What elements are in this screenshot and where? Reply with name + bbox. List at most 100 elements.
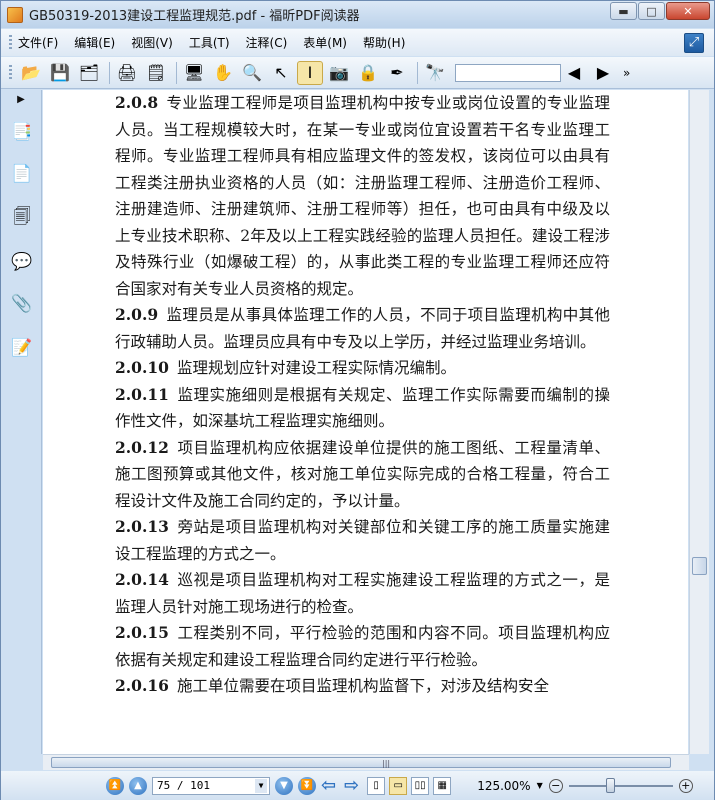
vertical-scroll-thumb[interactable] <box>692 557 707 575</box>
facing-view-icon[interactable]: ▯▯ <box>411 776 430 795</box>
clause-text: 监理规划应针对建设工程实际情况编制。 <box>176 359 456 377</box>
zoom-slider-thumb[interactable] <box>606 777 616 793</box>
clause-number: 2.0.14 <box>115 570 169 589</box>
clause-text: 旁站是项目监理机构对关键部位和关键工序的施工质量实施建设工程监理的方式之一。 <box>115 518 610 563</box>
toolbar-separator <box>176 61 177 84</box>
properties-icon[interactable]: 🗒 <box>143 61 169 85</box>
signatures-icon[interactable]: 📝 <box>10 336 34 360</box>
status-bar: ⏫ ▲ 75 / 101 ▼ ▼ ⏬ ⇦ ⇨ ▯ ▭ ▯▯ ▦ 125.00% … <box>1 771 714 800</box>
hand-tool-icon[interactable]: ✋ <box>210 61 236 85</box>
paragraph: 2.0.12 项目监理机构应依据建设单位提供的施工图纸、工程量清单、施工图预算或其… <box>115 435 610 515</box>
paragraph-list: 2.0.8 专业监理工程师是项目监理机构中按专业或岗位设置的专业监理人员。当工程规… <box>115 90 610 700</box>
rms-lock-icon[interactable]: 🔒 <box>355 61 381 85</box>
menubar-grip <box>9 34 12 51</box>
binoculars-icon[interactable]: 🔭 <box>422 61 448 85</box>
last-page-icon[interactable]: ⏬ <box>298 776 316 795</box>
fullscreen-icon[interactable]: ⤢ <box>684 33 704 53</box>
clause-text: 项目监理机构应依据建设单位提供的施工图纸、工程量清单、施工图预算或其他文件，核对… <box>115 438 610 510</box>
paragraph: 2.0.10 监理规划应针对建设工程实际情况编制。 <box>115 355 610 382</box>
zoom-slider[interactable] <box>568 777 673 793</box>
document-view[interactable]: 2.0.8 专业监理工程师是项目监理机构中按专业或岗位设置的专业监理人员。当工程规… <box>43 90 688 754</box>
previous-page-icon[interactable]: ▲ <box>129 776 147 795</box>
print-icon[interactable]: 🖨 <box>114 61 140 85</box>
clause-text: 工程类别不同，平行检验的范围和内容不同。项目监理机构应依据有关规定和建设工程监理… <box>115 624 610 669</box>
snapshot-camera-icon[interactable]: 📷 <box>326 61 352 85</box>
window-controls: ▬ □ ✕ <box>609 2 710 20</box>
menu-file[interactable]: 文件(F) <box>18 34 58 51</box>
open-folder-icon[interactable]: 📂 <box>18 61 44 85</box>
paragraph: 2.0.11 监理实施细则是根据有关规定、监理工作实际需要而编制的操作性文件，如深… <box>115 382 610 435</box>
clause-number: 2.0.16 <box>115 676 169 695</box>
expand-panel-icon[interactable]: ▶ <box>13 94 29 108</box>
zoom-in-icon[interactable]: + <box>678 778 693 793</box>
next-page-icon[interactable]: ▼ <box>275 776 293 795</box>
monitor-icon[interactable]: 🖥 <box>181 61 207 85</box>
maximize-button[interactable]: □ <box>638 2 665 20</box>
clause-number: 2.0.15 <box>115 623 169 642</box>
text-select-icon[interactable]: Ⅰ <box>297 60 323 85</box>
navigation-sidebar: ▶ 📑 📄 🗐 💬 📎 📝 <box>1 90 42 754</box>
layers-icon[interactable]: 🗐 <box>10 206 34 230</box>
horizontal-scroll-thumb[interactable]: ||| <box>51 757 671 768</box>
app-window: GB50319-2013建设工程监理规范.pdf - 福昕PDF阅读器 ▬ □ … <box>0 0 715 800</box>
find-next-icon[interactable]: ▶ <box>590 61 616 85</box>
back-arrow-icon[interactable]: ⇦ <box>321 775 336 796</box>
menu-bar: 文件(F) 编辑(E) 视图(V) 工具(T) 注释(C) 表单(M) 帮助(H… <box>1 29 714 56</box>
foxit-logo-icon <box>7 6 23 23</box>
first-page-icon[interactable]: ⏫ <box>106 776 124 795</box>
sign-pen-icon[interactable]: ✒ <box>384 61 410 85</box>
find-previous-icon[interactable]: ◀ <box>561 61 587 85</box>
menu-form[interactable]: 表单(M) <box>303 34 347 51</box>
paragraph: 2.0.9 监理员是从事具体监理工作的人员，不同于项目监理机构中其他行政辅助人员。… <box>115 302 610 355</box>
minimize-button[interactable]: ▬ <box>610 2 637 20</box>
zoom-level[interactable]: 125.00% <box>477 779 530 793</box>
continuous-facing-view-icon[interactable]: ▦ <box>433 776 452 795</box>
paragraph: 2.0.8 专业监理工程师是项目监理机构中按专业或岗位设置的专业监理人员。当工程规… <box>115 90 610 302</box>
horizontal-scrollbar[interactable]: ||| <box>43 754 689 770</box>
menu-comment[interactable]: 注释(C) <box>246 34 288 51</box>
comments-icon[interactable]: 💬 <box>10 250 34 274</box>
zoom-dropdown-icon[interactable]: ▼ <box>537 781 543 790</box>
menu-edit[interactable]: 编辑(E) <box>74 34 115 51</box>
clause-number: 2.0.9 <box>115 305 159 324</box>
toolbar-separator <box>417 61 418 84</box>
clause-text: 监理员是从事具体监理工作的人员，不同于项目监理机构中其他行政辅助人员。监理员应具… <box>115 306 610 351</box>
zoom-out-icon[interactable]: − <box>548 778 563 793</box>
clause-text: 监理实施细则是根据有关规定、监理工作实际需要而编制的操作性文件，如深基坑工程监理… <box>115 385 610 431</box>
bookmarks-icon[interactable]: 📑 <box>10 120 34 144</box>
page-number-field[interactable]: 75 / 101 ▼ <box>152 776 270 795</box>
attachments-icon[interactable]: 📎 <box>10 292 34 316</box>
menu-tools[interactable]: 工具(T) <box>189 34 230 51</box>
toolbar-overflow-icon[interactable]: » <box>623 66 630 80</box>
close-button[interactable]: ✕ <box>666 2 710 20</box>
scroll-grip-icon: ||| <box>382 759 391 768</box>
main-toolbar: 📂 💾 🗂 🖨 🗒 🖥 ✋ 🔍 ↖ Ⅰ 📷 🔒 ✒ 🔭 ◀ ▶ » <box>1 57 714 89</box>
clause-text: 施工单位需要在项目监理机构监督下，对涉及结构安全 <box>176 677 549 695</box>
paragraph: 2.0.13 旁站是项目监理机构对关键部位和关键工序的施工质量实施建设工程监理的方… <box>115 514 610 567</box>
clause-number: 2.0.10 <box>115 358 169 377</box>
continuous-view-icon[interactable]: ▭ <box>389 776 408 795</box>
select-arrow-icon[interactable]: ↖ <box>268 61 294 85</box>
clause-number: 2.0.8 <box>115 93 159 112</box>
page-number-value: 75 / 101 <box>157 779 210 792</box>
paragraph: 2.0.16 施工单位需要在项目监理机构监督下，对涉及结构安全 <box>115 673 610 700</box>
title-bar: GB50319-2013建设工程监理规范.pdf - 福昕PDF阅读器 ▬ □ … <box>1 1 714 28</box>
toolbar-grip <box>9 64 12 81</box>
pdf-page: 2.0.8 专业监理工程师是项目监理机构中按专业或岗位设置的专业监理人员。当工程规… <box>115 90 610 700</box>
clause-number: 2.0.13 <box>115 517 169 536</box>
single-page-view-icon[interactable]: ▯ <box>367 776 386 795</box>
pages-icon[interactable]: 📄 <box>10 162 34 186</box>
zoom-glasses-icon[interactable]: 🔍 <box>239 61 265 85</box>
save-icon[interactable]: 💾 <box>47 61 73 85</box>
paragraph: 2.0.14 巡视是项目监理机构对工程实施建设工程监理的方式之一，是监理人员针对施… <box>115 567 610 620</box>
search-input[interactable] <box>455 63 561 82</box>
page-dropdown-icon[interactable]: ▼ <box>255 778 267 793</box>
forward-arrow-icon[interactable]: ⇨ <box>344 775 359 796</box>
paragraph: 2.0.15 工程类别不同，平行检验的范围和内容不同。项目监理机构应依据有关规定和… <box>115 620 610 673</box>
toolbar-separator <box>109 61 110 84</box>
save-as-icon[interactable]: 🗂 <box>76 61 102 85</box>
clause-text: 专业监理工程师是项目监理机构中按专业或岗位设置的专业监理人员。当工程规模较大时，… <box>115 94 610 298</box>
menu-help[interactable]: 帮助(H) <box>363 34 405 51</box>
menu-view[interactable]: 视图(V) <box>131 34 173 51</box>
vertical-scrollbar[interactable] <box>689 90 709 754</box>
